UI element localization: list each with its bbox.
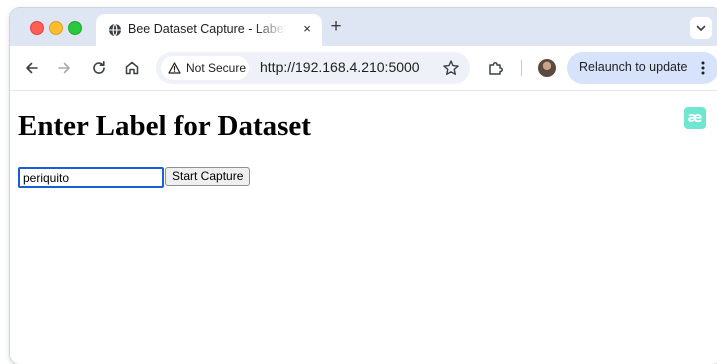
close-tab-button[interactable]: × — [299, 21, 315, 37]
relaunch-button[interactable]: Relaunch to update — [567, 52, 717, 84]
start-capture-button[interactable]: Start Capture — [165, 167, 251, 186]
warning-triangle-icon — [168, 62, 181, 74]
home-icon[interactable] — [122, 58, 142, 78]
extension-badge-icon[interactable]: æ — [684, 107, 706, 129]
address-bar[interactable]: Not Secure http://192.168.4.210:5000 — [156, 52, 470, 84]
back-arrow-icon[interactable] — [22, 58, 42, 78]
toolbar-divider — [521, 60, 522, 76]
reload-icon[interactable] — [89, 58, 109, 78]
relaunch-label: Relaunch to update — [579, 60, 688, 74]
maximize-window-button[interactable] — [68, 21, 82, 35]
minimize-window-button[interactable] — [49, 21, 63, 35]
tab-active[interactable]: Bee Dataset Capture - Label Input × — [96, 14, 322, 46]
globe-icon — [109, 23, 121, 37]
new-tab-button[interactable]: + — [326, 17, 346, 38]
tab-search-button[interactable] — [690, 17, 712, 39]
label-input[interactable] — [18, 167, 164, 188]
extensions-puzzle-icon[interactable] — [486, 58, 506, 78]
page-content: æ Enter Label for Dataset Start Capture — [10, 91, 717, 364]
close-window-button[interactable] — [30, 21, 44, 35]
security-chip[interactable]: Not Secure — [161, 56, 249, 80]
chevron-down-icon — [696, 25, 706, 31]
security-label: Not Secure — [186, 61, 247, 75]
forward-arrow-icon[interactable] — [54, 58, 74, 78]
tab-strip: Bee Dataset Capture - Label Input × + — [10, 8, 717, 46]
avatar[interactable] — [538, 59, 556, 77]
browser-window: Bee Dataset Capture - Label Input × + — [10, 8, 717, 364]
star-icon[interactable] — [442, 59, 460, 77]
page-title: Enter Label for Dataset — [18, 110, 311, 142]
kebab-menu-icon[interactable] — [694, 59, 712, 77]
url-text[interactable]: http://192.168.4.210:5000 — [260, 59, 420, 75]
tab-title: Bee Dataset Capture - Label Input — [128, 22, 286, 36]
browser-toolbar: Not Secure http://192.168.4.210:5000 Rel… — [10, 46, 717, 91]
